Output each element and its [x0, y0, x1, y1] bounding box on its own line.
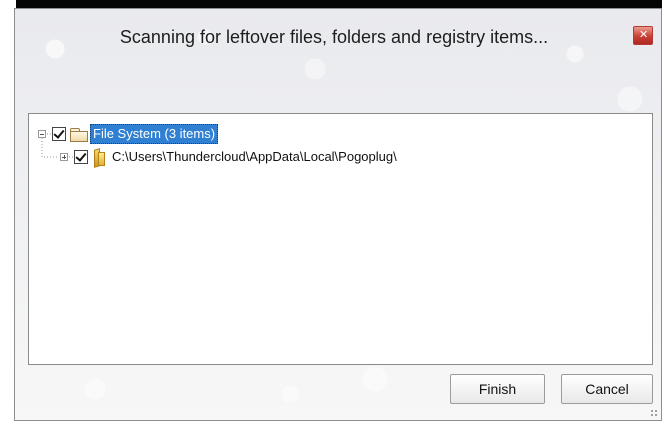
finish-button[interactable]: Finish	[450, 374, 545, 404]
pogoplug-folder-checkbox[interactable]	[74, 150, 88, 164]
top-black-bar	[16, 0, 662, 8]
close-button[interactable]: ✕	[633, 26, 653, 45]
resize-grip-icon[interactable]	[650, 409, 658, 417]
expand-icon[interactable]	[60, 153, 68, 161]
folder-icon	[91, 148, 105, 166]
file-system-checkbox[interactable]	[52, 127, 66, 141]
tree-item-file-system[interactable]: File System (3 items)	[38, 124, 219, 144]
close-icon: ✕	[639, 29, 649, 41]
dialog-title: Scanning for leftover files, folders and…	[119, 27, 549, 47]
pogoplug-folder-label[interactable]: C:\Users\Thundercloud\AppData\Local\Pogo…	[112, 148, 397, 166]
file-system-tree[interactable]: File System (3 items) C:\Users\Thundercl…	[28, 113, 653, 365]
file-system-label[interactable]: File System (3 items)	[90, 124, 219, 144]
screen: Scanning for leftover files, folders and…	[0, 0, 670, 423]
folder-icon	[69, 127, 88, 142]
cancel-button[interactable]: Cancel	[561, 374, 653, 404]
scan-leftovers-dialog: Scanning for leftover files, folders and…	[14, 8, 662, 421]
collapse-icon[interactable]	[38, 130, 46, 138]
title-bar[interactable]: Scanning for leftover files, folders and…	[15, 9, 661, 60]
tree-item-pogoplug-folder[interactable]: C:\Users\Thundercloud\AppData\Local\Pogo…	[60, 147, 397, 167]
